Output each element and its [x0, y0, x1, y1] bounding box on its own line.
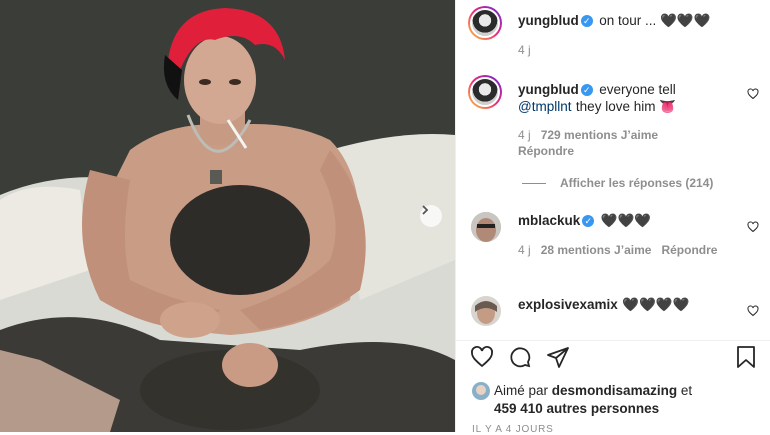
avatar-image	[472, 382, 490, 400]
comment-avatar[interactable]	[468, 75, 502, 109]
comment-avatar[interactable]	[471, 296, 501, 326]
paper-plane-icon[interactable]	[546, 345, 570, 369]
comment-text: everyone tell	[599, 82, 676, 97]
view-replies[interactable]: Afficher les réponses (214)	[522, 176, 713, 190]
caption: yungblud ✓ on tour ... 🖤🖤🖤	[518, 12, 710, 30]
post-photo	[0, 0, 455, 432]
chevron-right-icon	[422, 205, 429, 215]
liked-by-others[interactable]: 459 410 autres personnes	[494, 401, 659, 416]
reply-button[interactable]: Répondre	[661, 243, 717, 257]
comment-2: mblackuk ✓ 🖤🖤🖤	[518, 212, 651, 230]
divider-line	[522, 182, 546, 184]
caption-text: on tour ... 🖤🖤🖤	[599, 13, 711, 28]
comment-text: 🖤🖤🖤🖤	[622, 297, 690, 312]
comment-icon[interactable]	[508, 345, 532, 369]
comment-3: explosivexamix 🖤🖤🖤🖤	[518, 296, 690, 314]
comment-like-heart-icon[interactable]	[747, 88, 759, 100]
comment-username[interactable]: mblackuk	[518, 213, 580, 228]
post-date[interactable]: IL Y A 4 JOURS	[472, 424, 554, 435]
comments-panel: yungblud ✓ on tour ... 🖤🖤🖤 4 j yungblud ✓ …	[455, 0, 770, 435]
heart-icon[interactable]	[470, 345, 494, 369]
bookmark-icon[interactable]	[735, 345, 757, 369]
comment-time: 4 j	[518, 243, 531, 257]
comment-avatar[interactable]	[471, 212, 501, 242]
avatar-image	[471, 296, 501, 326]
liked-by-prefix: Aimé par	[494, 383, 549, 398]
comment-text-cont: they love him 👅	[575, 99, 677, 114]
comment-username[interactable]: explosivexamix	[518, 297, 618, 312]
view-replies-label: Afficher les réponses (214)	[560, 176, 714, 190]
comment-1: yungblud ✓ everyone tell @tmpllnt they lo…	[518, 81, 738, 115]
next-image-button[interactable]	[420, 205, 442, 227]
comment-1-meta: 4 j 729 mentions J’aime	[518, 128, 658, 142]
liker-avatar[interactable]	[472, 382, 490, 400]
comment-like-count[interactable]: 28 mentions J’aime	[541, 243, 652, 257]
likes-summary: Aimé par desmondisamazing et 459 410 aut…	[494, 382, 692, 418]
liked-by-user[interactable]: desmondisamazing	[552, 383, 677, 398]
comment-2-meta: 4 j 28 mentions J’aime Répondre	[518, 243, 717, 257]
verified-badge-icon: ✓	[580, 84, 593, 96]
reply-button[interactable]: Répondre	[518, 144, 574, 158]
action-bar	[456, 340, 770, 373]
comment-time: 4 j	[518, 128, 531, 142]
comment-like-count[interactable]: 729 mentions J’aime	[541, 128, 658, 142]
comment-like-heart-icon[interactable]	[747, 305, 759, 317]
comment-username[interactable]: yungblud	[518, 82, 579, 97]
comment-like-heart-icon[interactable]	[747, 221, 759, 233]
avatar-image	[471, 212, 501, 242]
verified-badge-icon: ✓	[580, 15, 593, 27]
post-photo-illustration	[0, 0, 455, 432]
caption-time: 4 j	[518, 43, 531, 57]
liked-by-joiner: et	[680, 383, 693, 398]
comment-text: 🖤🖤🖤	[600, 213, 652, 228]
author-avatar[interactable]	[468, 6, 502, 40]
verified-badge-icon: ✓	[582, 215, 595, 227]
caption-username[interactable]: yungblud	[518, 13, 579, 28]
mention-link[interactable]: @tmpllnt	[518, 99, 571, 114]
